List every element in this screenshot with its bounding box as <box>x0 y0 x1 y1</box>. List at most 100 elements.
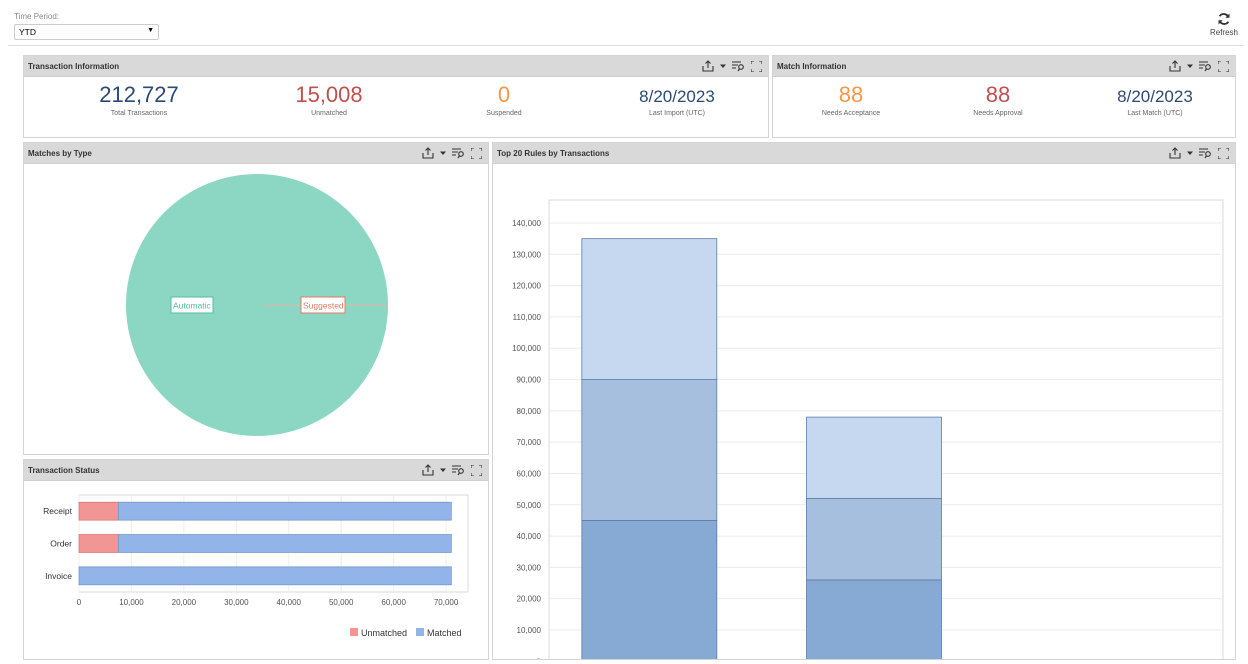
filter-search-icon[interactable] <box>732 60 745 72</box>
y-tick-label: 120,000 <box>512 282 541 291</box>
bar-segment <box>581 379 718 521</box>
time-period-value: YTD <box>19 27 36 37</box>
expand-icon[interactable] <box>471 147 482 159</box>
transaction-info-panel: Transaction Information 212,727 Total Tr… <box>23 55 769 138</box>
top-rules-panel: Top 20 Rules by Transactions 0 10,000 20,0… <box>492 142 1236 664</box>
x-tick-label: 40,000 <box>277 598 302 607</box>
bar-segment <box>581 238 718 380</box>
bar-segment <box>806 579 942 662</box>
pie-label-text: Suggested <box>303 301 344 311</box>
expand-icon[interactable] <box>1218 147 1229 159</box>
legend-swatch <box>350 628 358 636</box>
matches-by-type-panel: Matches by Type Automatic Suggested <box>23 142 489 455</box>
kpi-last-import: 8/20/2023 Last Import (UTC) <box>607 84 747 118</box>
expand-icon[interactable] <box>751 60 762 72</box>
kpi-value: 15,008 <box>295 82 363 107</box>
bar-segment <box>806 416 942 499</box>
y-tick-label: Order <box>50 539 72 549</box>
y-tick-label: 10,000 <box>517 626 542 635</box>
panel-tools <box>1169 147 1229 159</box>
expand-icon[interactable] <box>1218 60 1229 72</box>
panel-header: Transaction Status <box>24 460 488 481</box>
y-tick-label: 100,000 <box>512 344 541 353</box>
export-icon[interactable] <box>702 60 714 72</box>
filter-search-icon[interactable] <box>452 464 465 476</box>
pie-chart: Automatic Suggested <box>126 174 388 436</box>
y-tick-label: 20,000 <box>517 595 542 604</box>
kpi-value: 212,727 <box>99 82 179 107</box>
refresh-button[interactable]: Refresh <box>1204 12 1244 37</box>
x-tick-label: 0 <box>77 598 82 607</box>
kpi-label: Last Match (UTC) <box>1127 110 1183 117</box>
panel-header: Matches by Type <box>24 143 488 164</box>
panel-tools <box>1169 60 1229 72</box>
x-tick-label: 30,000 <box>224 598 249 607</box>
kpi-unmatched: 15,008 Unmatched <box>259 82 399 118</box>
panel-title: Transaction Information <box>28 62 120 71</box>
x-tick-label: 50,000 <box>329 598 354 607</box>
refresh-label: Refresh <box>1209 28 1238 37</box>
expand-icon[interactable] <box>471 464 482 476</box>
kpi-label: Unmatched <box>311 110 347 117</box>
time-period-select[interactable]: YTD ▼ <box>14 24 159 40</box>
kpi-label: Total Transactions <box>110 110 168 117</box>
time-period-label: Time Period: <box>14 12 60 21</box>
kpi-label: Last Import (UTC) <box>648 110 705 117</box>
export-icon[interactable] <box>1169 60 1181 72</box>
y-tick-label: Receipt <box>43 506 72 516</box>
transaction-status-chart: 0 10,000 20,000 30,000 40,000 50,000 60,000 70,… <box>43 494 469 638</box>
y-tick-label: Invoice <box>45 571 72 581</box>
pie-label: Suggested <box>300 296 346 314</box>
y-tick-label: 110,000 <box>513 313 542 322</box>
panel-title: Match Information <box>777 62 847 71</box>
export-icon[interactable] <box>422 147 434 159</box>
panel-tools <box>422 147 482 159</box>
caret-down-icon[interactable] <box>720 63 726 69</box>
filter-search-icon[interactable] <box>1199 147 1212 159</box>
y-tick-label: 130,000 <box>512 250 541 259</box>
bar-segment <box>117 534 452 553</box>
panel-title: Transaction Status <box>28 466 100 475</box>
transaction-status-panel: Transaction Status 0 10,000 20,000 30,000 40… <box>23 459 489 660</box>
export-icon[interactable] <box>422 464 434 476</box>
refresh-icon <box>1218 13 1230 25</box>
y-tick-label: 0 <box>537 657 542 659</box>
panel-tools <box>422 464 482 476</box>
y-tick-label: 140,000 <box>512 219 541 228</box>
bar-segment <box>78 566 452 586</box>
filter-search-icon[interactable] <box>452 147 465 159</box>
y-tick-label: 60,000 <box>517 469 542 478</box>
x-tick-label: 20,000 <box>172 598 197 607</box>
filter-search-icon[interactable] <box>1199 60 1212 72</box>
export-icon[interactable] <box>1169 147 1181 159</box>
x-tick-label: 60,000 <box>381 598 406 607</box>
kpi-suspended: 0 Suspended <box>434 84 574 118</box>
y-tick-label: 50,000 <box>517 501 542 510</box>
kpi-needs-approval: 88 Needs Approval <box>928 84 1068 118</box>
caret-down-icon[interactable] <box>1187 63 1193 69</box>
caret-down-icon[interactable] <box>440 150 446 156</box>
match-info-panel: Match Information 88 Needs Acceptance 88… <box>772 55 1236 138</box>
x-tick-label: 70,000 <box>434 598 459 607</box>
legend-label: Unmatched <box>361 628 407 638</box>
panel-header: Transaction Information <box>24 56 768 77</box>
kpi-label: Suspended <box>486 110 522 117</box>
caret-down-icon[interactable] <box>1187 150 1193 156</box>
x-tick-label: 10,000 <box>119 598 144 607</box>
panel-title: Matches by Type <box>28 149 92 158</box>
panel-tools <box>702 60 762 72</box>
y-tick-label: 90,000 <box>517 376 542 385</box>
bar-segment <box>581 520 718 662</box>
y-tick-label: 30,000 <box>517 563 542 572</box>
kpi-value: 88 <box>838 82 864 107</box>
legend-label: Matched <box>427 628 462 638</box>
bar-segment <box>806 498 942 581</box>
kpi-label: Needs Acceptance <box>821 110 881 117</box>
kpi-value: 8/20/2023 <box>639 87 715 106</box>
y-tick-label: 70,000 <box>517 438 542 447</box>
kpi-label: Needs Approval <box>973 110 1023 117</box>
caret-down-icon[interactable] <box>440 467 446 473</box>
y-tick-label: 80,000 <box>517 407 542 416</box>
top-rules-chart: 0 10,000 20,000 30,000 40,000 50,000 60,000 70,… <box>512 199 1224 664</box>
legend-item: Unmatched <box>350 628 407 638</box>
